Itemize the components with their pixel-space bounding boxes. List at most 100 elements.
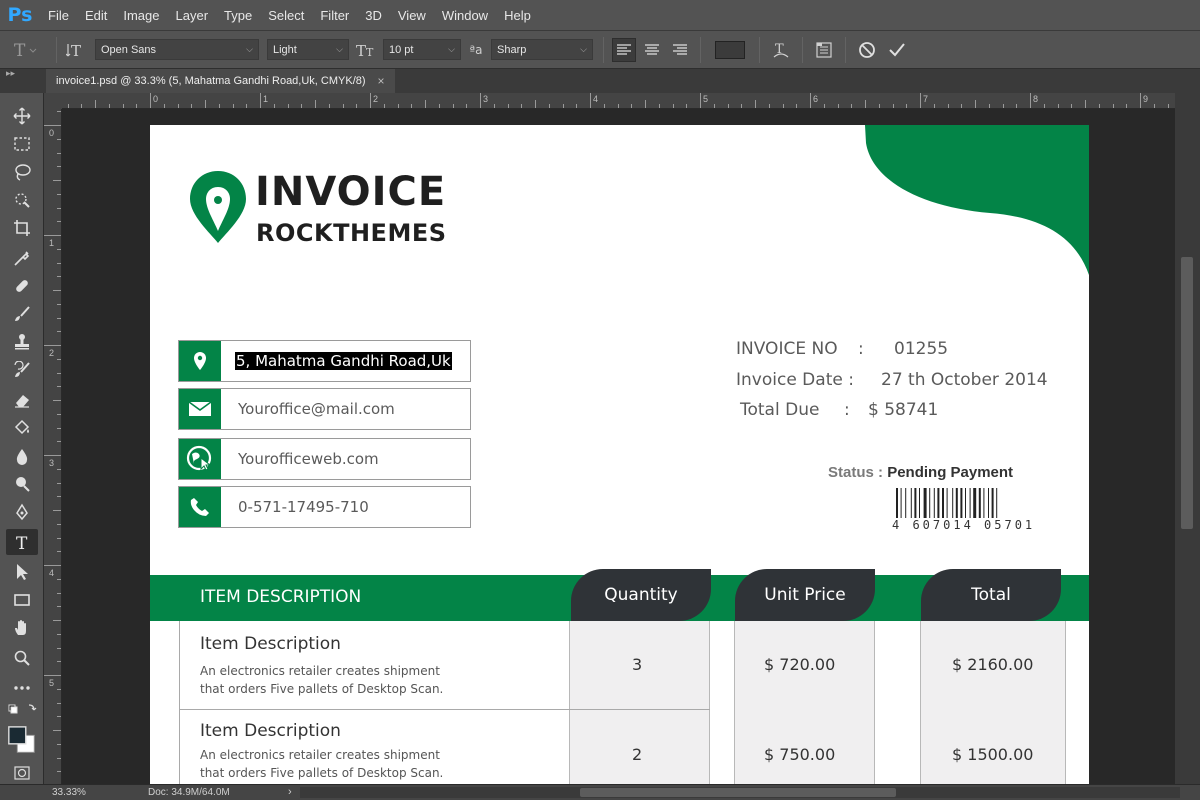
- font-size-select[interactable]: 10 pt ⌵: [383, 39, 461, 60]
- horizontal-scroll-thumb[interactable]: [580, 788, 896, 797]
- menu-edit[interactable]: Edit: [77, 0, 115, 31]
- eyedropper-icon[interactable]: [6, 245, 38, 271]
- ruler-tick: [906, 104, 908, 108]
- menu-view[interactable]: View: [390, 0, 434, 31]
- menu-filter[interactable]: Filter: [312, 0, 357, 31]
- ruler-tick: [301, 104, 303, 108]
- horizontal-scrollbar[interactable]: [300, 787, 1180, 798]
- pen-icon[interactable]: [6, 499, 38, 525]
- invoice-number-label: INVOICE NO: [736, 339, 838, 359]
- menu-select[interactable]: Select: [260, 0, 312, 31]
- item-unit-price: $ 720.00: [764, 655, 836, 674]
- cancel-edits-icon[interactable]: [852, 41, 882, 59]
- ruler-tick: [686, 104, 688, 108]
- ruler-tick: [727, 104, 729, 108]
- phone-text[interactable]: 0-571-17495-710: [221, 487, 369, 527]
- healing-icon[interactable]: [6, 273, 38, 299]
- rectangle-icon[interactable]: [6, 587, 38, 613]
- ruler-tick: [57, 468, 61, 470]
- invoice-document[interactable]: INVOICE ROCKTHEMES 5, Mahatma Gandhi Roa…: [150, 125, 1089, 784]
- ruler-tick: [397, 104, 399, 108]
- payment-status: Status : Pending Payment: [828, 464, 1013, 481]
- blur-icon[interactable]: [6, 443, 38, 469]
- document-tab[interactable]: invoice1.psd @ 33.3% (5, Mahatma Gandhi …: [46, 69, 395, 93]
- ruler-tick: [975, 100, 976, 108]
- ruler-tick: [57, 551, 61, 553]
- commit-edits-icon[interactable]: [882, 41, 912, 59]
- align-center-button[interactable]: [640, 38, 664, 62]
- ruler-tick: [57, 111, 61, 113]
- history-brush-icon[interactable]: [6, 357, 38, 383]
- type-icon[interactable]: T: [6, 529, 38, 555]
- zoom-level-field[interactable]: 33.33%: [48, 787, 92, 798]
- align-right-button[interactable]: [668, 38, 692, 62]
- ruler-tick: [57, 647, 61, 649]
- ruler-tick: [562, 104, 564, 108]
- ruler-tick: [1153, 104, 1155, 108]
- warp-text-icon[interactable]: T: [766, 40, 796, 60]
- menu-type[interactable]: Type: [216, 0, 260, 31]
- ruler-tick: [57, 221, 61, 223]
- ruler-tick: [645, 100, 646, 108]
- menu-window[interactable]: Window: [434, 0, 496, 31]
- more-tools-icon[interactable]: [6, 675, 38, 701]
- close-icon[interactable]: ×: [378, 74, 385, 88]
- character-panel-icon[interactable]: [809, 41, 839, 59]
- menu-3d[interactable]: 3D: [357, 0, 390, 31]
- svg-text:T: T: [16, 534, 28, 551]
- canvas-area[interactable]: INVOICE ROCKTHEMES 5, Mahatma Gandhi Roa…: [62, 109, 1175, 784]
- website-row[interactable]: Yourofficeweb.com: [178, 438, 471, 480]
- quick-select-icon[interactable]: [6, 187, 38, 213]
- ruler-tick: [57, 702, 61, 704]
- ruler-tick: [57, 152, 61, 154]
- status-menu-arrow-icon[interactable]: ›: [288, 786, 292, 798]
- item-total: $ 2160.00: [952, 655, 1034, 674]
- align-left-button[interactable]: [612, 37, 636, 62]
- address-text[interactable]: 5, Mahatma Gandhi Road,Uk: [221, 341, 452, 381]
- website-text[interactable]: Yourofficeweb.com: [221, 439, 379, 479]
- horizontal-ruler[interactable]: 0 1 2 3 4 5 6 7 8 9: [62, 93, 1175, 109]
- hand-icon[interactable]: [6, 615, 38, 641]
- quick-mask-icon[interactable]: [6, 765, 38, 781]
- email-text[interactable]: Youroffice@mail.com: [221, 389, 395, 429]
- menu-image[interactable]: Image: [115, 0, 167, 31]
- font-family-select[interactable]: Open Sans ⌵: [95, 39, 259, 60]
- zoom-icon[interactable]: [6, 645, 38, 671]
- ruler-tick: [57, 537, 61, 539]
- menu-help[interactable]: Help: [496, 0, 539, 31]
- address-selected-text[interactable]: 5, Mahatma Gandhi Road,Uk: [235, 352, 452, 370]
- vertical-scroll-thumb[interactable]: [1181, 257, 1193, 529]
- item-unit-price: $ 750.00: [764, 745, 836, 764]
- stamp-icon[interactable]: [6, 329, 38, 355]
- ruler-tick: [466, 104, 468, 108]
- text-color-swatch[interactable]: [715, 40, 745, 59]
- ruler-tick: [1071, 104, 1073, 108]
- type-tool-preset-icon[interactable]: T: [0, 40, 50, 60]
- dodge-icon[interactable]: [6, 471, 38, 497]
- paint-bucket-icon[interactable]: [6, 415, 38, 441]
- path-select-icon[interactable]: [6, 559, 38, 585]
- address-row[interactable]: 5, Mahatma Gandhi Road,Uk: [178, 340, 471, 382]
- email-row[interactable]: Youroffice@mail.com: [178, 388, 471, 430]
- item-description: An electronics retailer creates shipment…: [200, 748, 444, 780]
- antialias-select[interactable]: Sharp ⌵: [491, 39, 593, 60]
- color-swatches[interactable]: [6, 721, 38, 761]
- marquee-icon[interactable]: [6, 131, 38, 157]
- phone-row[interactable]: 0-571-17495-710: [178, 486, 471, 528]
- menu-file[interactable]: File: [40, 0, 77, 31]
- lasso-icon[interactable]: [6, 159, 38, 185]
- font-style-select[interactable]: Light ⌵: [267, 39, 349, 60]
- ruler-tick: [57, 606, 61, 608]
- ruler-number: 5: [703, 94, 709, 104]
- toggle-orientation-icon[interactable]: T: [63, 40, 91, 60]
- swap-colors-icon[interactable]: [6, 701, 38, 717]
- vertical-ruler[interactable]: 0 1 2 3 4 5: [44, 109, 62, 784]
- menu-layer[interactable]: Layer: [168, 0, 217, 31]
- crop-icon[interactable]: [6, 215, 38, 241]
- vertical-scrollbar[interactable]: [1175, 93, 1200, 784]
- collapse-panels-icon[interactable]: ▸▸: [6, 69, 15, 79]
- total-due-separator: :: [844, 400, 850, 420]
- brush-icon[interactable]: [6, 301, 38, 327]
- move-icon[interactable]: [6, 103, 38, 129]
- eraser-icon[interactable]: [6, 387, 38, 413]
